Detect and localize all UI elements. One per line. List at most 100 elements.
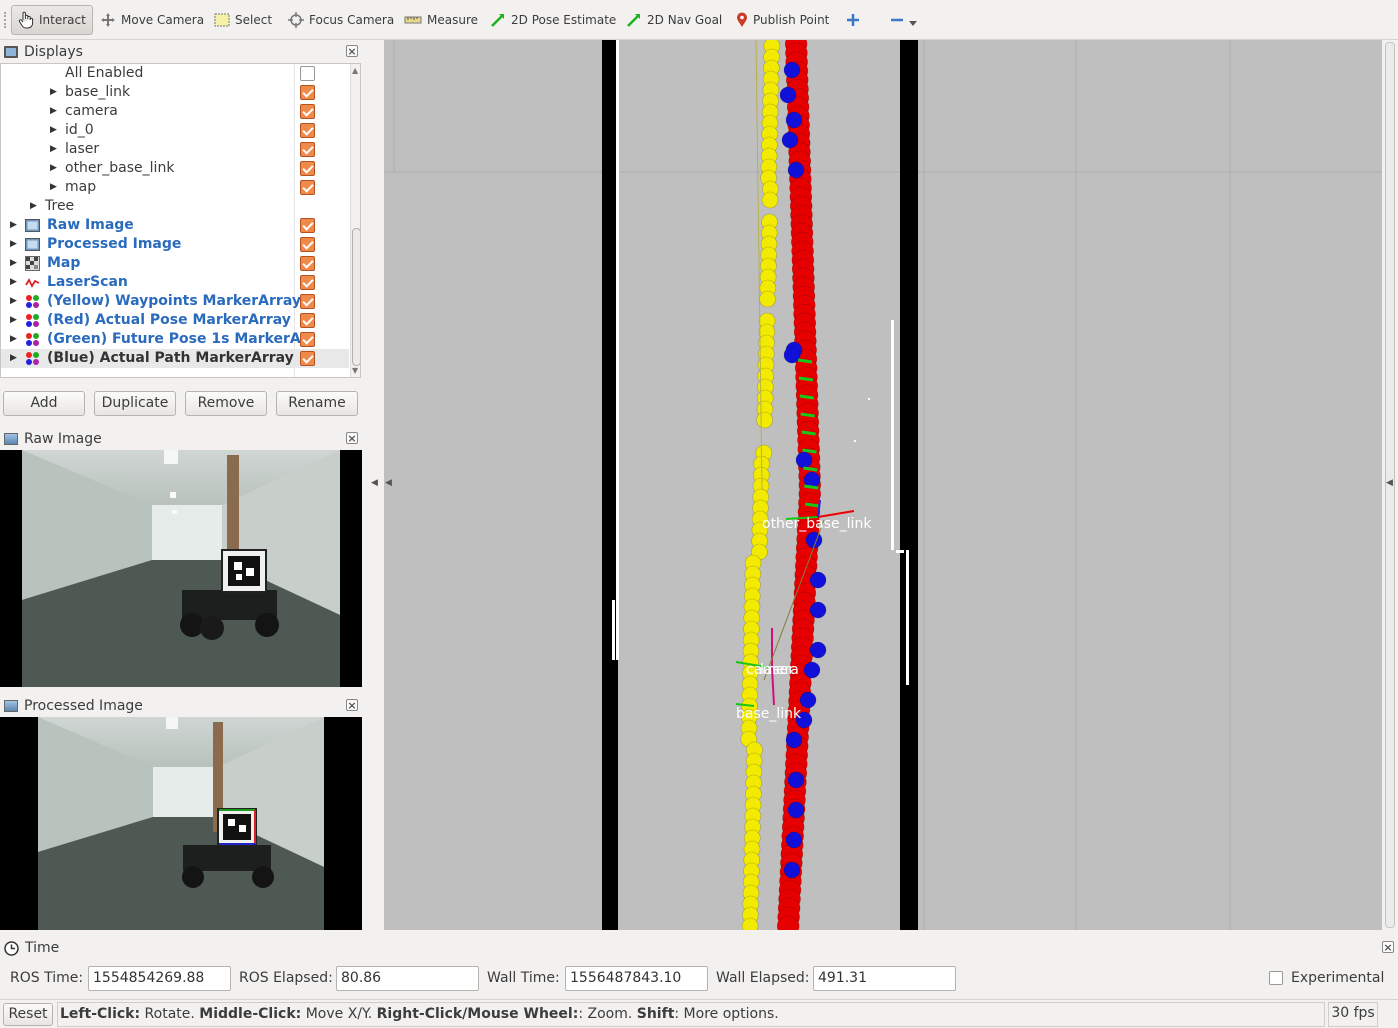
tree-row-processed-image[interactable]: ▶ Processed Image xyxy=(1,235,349,254)
future-pose-marker xyxy=(800,412,815,418)
select-tool-button[interactable]: Select xyxy=(208,5,278,35)
move-camera-icon xyxy=(101,13,115,27)
expand-arrow-icon[interactable]: ▶ xyxy=(10,330,20,349)
add-button[interactable]: Add xyxy=(3,391,85,416)
checkbox-actual-pose[interactable] xyxy=(300,313,315,328)
expand-arrow-icon[interactable]: ▶ xyxy=(50,140,60,159)
checkbox-waypoints[interactable] xyxy=(300,294,315,309)
checkbox-base-link[interactable] xyxy=(300,85,315,100)
move-camera-tool-button[interactable]: Move Camera xyxy=(94,5,210,35)
displays-close-icon[interactable]: × xyxy=(346,45,358,57)
row-label: Tree xyxy=(45,198,75,214)
remove-button[interactable]: Remove xyxy=(185,391,267,416)
hint-key: Left-Click: xyxy=(60,1006,141,1022)
expand-arrow-icon[interactable]: ▶ xyxy=(10,349,20,368)
time-close-icon[interactable]: × xyxy=(1382,941,1394,953)
displays-scrollbar[interactable]: ▲ ▼ xyxy=(350,64,360,377)
actual-path-marker xyxy=(787,801,805,819)
scroll-down-icon[interactable]: ▼ xyxy=(352,366,358,375)
tree-row-id-0[interactable]: ▶ id_0 xyxy=(1,121,349,140)
tree-row-raw-image[interactable]: ▶ Raw Image xyxy=(1,216,349,235)
expand-arrow-icon[interactable]: ▶ xyxy=(50,102,60,121)
publish-point-tool-button[interactable]: Publish Point xyxy=(730,5,835,35)
collapse-left-icon[interactable]: ◀ xyxy=(371,478,378,488)
expand-arrow-icon[interactable]: ▶ xyxy=(50,178,60,197)
fps-counter: 30 fps xyxy=(1328,1002,1378,1027)
hint-action: : More options. xyxy=(674,1006,779,1022)
checkbox-other-base-link[interactable] xyxy=(300,161,315,176)
view-scrollbar[interactable]: ◀ xyxy=(1382,40,1398,930)
raw-camera-frame xyxy=(22,450,340,687)
tree-row-laserscan[interactable]: ▶ LaserScan xyxy=(1,273,349,292)
duplicate-button[interactable]: Duplicate xyxy=(94,391,176,416)
expand-arrow-icon[interactable]: ▶ xyxy=(50,121,60,140)
expand-arrow-icon[interactable]: ▶ xyxy=(50,83,60,102)
tree-row-map-frame[interactable]: ▶ map xyxy=(1,178,349,197)
scroll-up-icon[interactable]: ▲ xyxy=(352,66,358,75)
ros-time-field[interactable]: 1554854269.88 xyxy=(88,966,231,991)
toolbar-grip[interactable] xyxy=(4,12,7,28)
expand-arrow-icon[interactable]: ▶ xyxy=(10,273,20,292)
raw-image-close-icon[interactable]: × xyxy=(346,432,358,444)
ros-elapsed-field[interactable]: 80.86 xyxy=(336,966,479,991)
scrollbar-thumb[interactable] xyxy=(352,228,360,366)
expand-arrow-icon[interactable]: ▶ xyxy=(10,235,20,254)
expand-arrow-icon[interactable]: ▶ xyxy=(10,292,20,311)
2d-nav-goal-tool-button[interactable]: 2D Nav Goal xyxy=(620,5,728,35)
2d-pose-estimate-tool-button[interactable]: 2D Pose Estimate xyxy=(484,5,622,35)
frame-label-base-link: base_link xyxy=(736,706,802,722)
experimental-checkbox[interactable] xyxy=(1269,971,1283,985)
actual-path-marker xyxy=(799,691,817,709)
3d-scene[interactable]: other_base_link camera laser base_link xyxy=(384,40,1382,930)
image-icon xyxy=(25,238,40,251)
ros-elapsed-label: ROS Elapsed: xyxy=(239,970,333,986)
tree-row-camera[interactable]: ▶ camera xyxy=(1,102,349,121)
tree-row-waypoints-markerarray[interactable]: ▶ (Yellow) Waypoints MarkerArray xyxy=(1,292,349,311)
expand-arrow-icon[interactable]: ▶ xyxy=(30,197,40,216)
expand-arrow-icon[interactable]: ▶ xyxy=(10,216,20,235)
checkbox-laserscan[interactable] xyxy=(300,275,315,290)
wall-elapsed-field[interactable]: 491.31 xyxy=(813,966,956,991)
tree-row-map[interactable]: ▶ Map xyxy=(1,254,349,273)
checkbox-map[interactable] xyxy=(300,256,315,271)
future-pose-marker xyxy=(801,430,816,436)
expand-arrow-icon[interactable]: ▶ xyxy=(50,159,60,178)
checkbox-all-enabled[interactable] xyxy=(300,66,315,81)
add-tool-button[interactable] xyxy=(840,5,866,35)
processed-image-close-icon[interactable]: × xyxy=(346,699,358,711)
tree-row-other-base-link[interactable]: ▶ other_base_link xyxy=(1,159,349,178)
checkbox-future-pose[interactable] xyxy=(300,332,315,347)
checkbox-laser[interactable] xyxy=(300,142,315,157)
tree-row-actual-pose-markerarray[interactable]: ▶ (Red) Actual Pose MarkerArray xyxy=(1,311,349,330)
time-title: Time xyxy=(25,940,60,956)
hint-action: Rotate. xyxy=(140,1006,200,1022)
checkbox-map-frame[interactable] xyxy=(300,180,315,195)
reset-button[interactable]: Reset xyxy=(3,1003,53,1026)
panel-splitter[interactable]: ◀ xyxy=(363,40,384,930)
remove-tool-button[interactable] xyxy=(884,5,923,35)
tree-row-actual-path-markerarray[interactable]: ▶ (Blue) Actual Path MarkerArray xyxy=(1,349,349,368)
checkbox-id-0[interactable] xyxy=(300,123,315,138)
expand-arrow-icon[interactable]: ▶ xyxy=(10,254,20,273)
collapse-right-icon[interactable]: ◀ xyxy=(1386,478,1393,488)
3d-render-view[interactable]: other_base_link camera laser base_link ◀ xyxy=(384,40,1382,930)
checkbox-raw-image[interactable] xyxy=(300,218,315,233)
tree-row-tree[interactable]: ▶ Tree xyxy=(1,197,349,216)
checkbox-camera[interactable] xyxy=(300,104,315,119)
wall-time-label: Wall Time: xyxy=(487,970,560,986)
focus-camera-tool-button[interactable]: Focus Camera xyxy=(282,5,400,35)
expand-arrow-icon[interactable]: ▶ xyxy=(10,311,20,330)
rename-button[interactable]: Rename xyxy=(276,391,358,416)
hallway-scene xyxy=(22,450,340,687)
checkbox-actual-path[interactable] xyxy=(300,351,315,366)
measure-tool-button[interactable]: Measure xyxy=(398,5,484,35)
tree-row-laser[interactable]: ▶ laser xyxy=(1,140,349,159)
interact-tool-button[interactable]: Interact xyxy=(11,5,93,35)
future-pose-marker xyxy=(798,376,814,382)
wall-time-field[interactable]: 1556487843.10 xyxy=(565,966,708,991)
tree-row-all-enabled[interactable]: All Enabled xyxy=(1,64,349,83)
hint-action: : Zoom. xyxy=(578,1006,637,1022)
tree-row-base-link[interactable]: ▶ base_link xyxy=(1,83,349,102)
checkbox-processed-image[interactable] xyxy=(300,237,315,252)
tree-row-future-pose-markerarray[interactable]: ▶ (Green) Future Pose 1s MarkerA… xyxy=(1,330,349,349)
